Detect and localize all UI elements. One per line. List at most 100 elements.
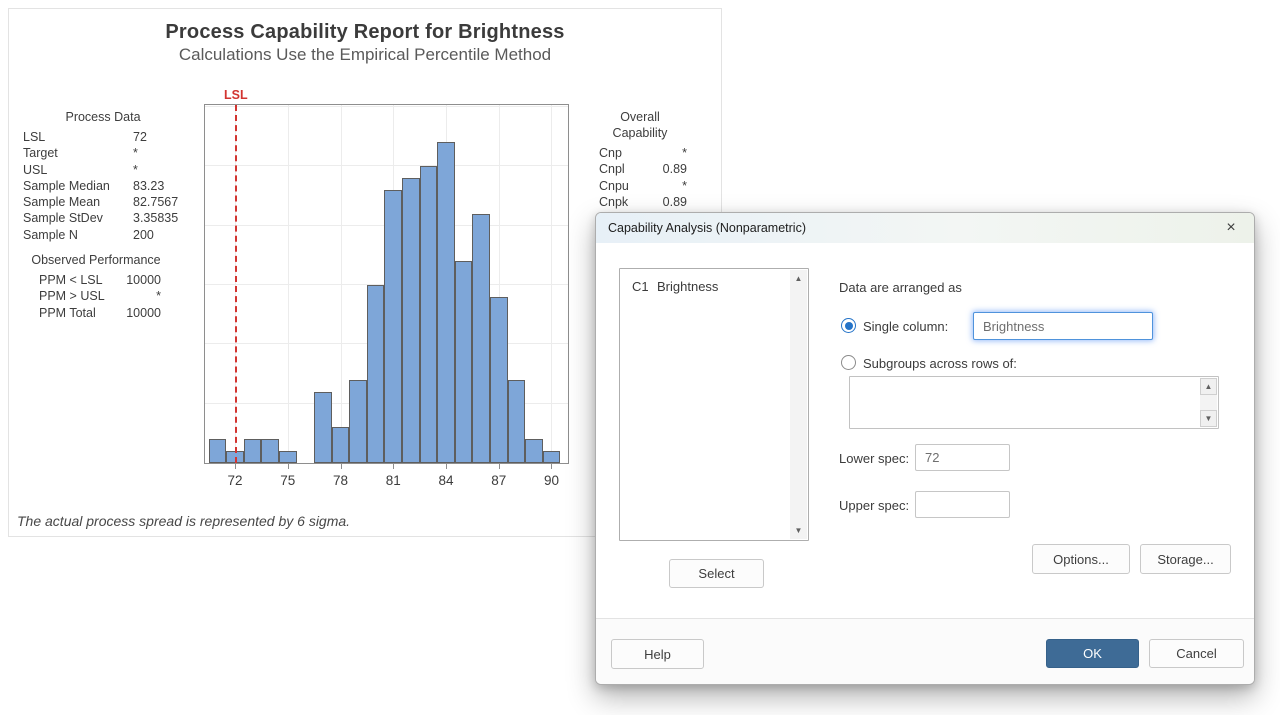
stat-value: 3.35835 (133, 210, 183, 226)
single-column-label[interactable]: Single column: (863, 319, 948, 334)
ok-button[interactable]: OK (1046, 639, 1139, 668)
capability-analysis-dialog: Capability Analysis (Nonparametric) × C1… (595, 212, 1255, 685)
histogram-bar (455, 261, 473, 463)
stat-value: 10000 (126, 272, 161, 288)
stat-row: Sample Mean82.7567 (23, 194, 183, 210)
subgroups-label[interactable]: Subgroups across rows of: (863, 356, 1017, 371)
stat-row: Cnp* (593, 145, 687, 161)
close-icon[interactable]: × (1220, 217, 1242, 239)
overall-capability-rows: Cnp*Cnpl0.89Cnpu*Cnpk0.89 (593, 145, 687, 210)
lsl-label: LSL (224, 88, 248, 102)
stat-label: PPM > USL (31, 288, 156, 304)
histogram-bar (314, 392, 332, 463)
scroll-up-icon[interactable]: ▲ (1200, 378, 1217, 395)
cancel-button[interactable]: Cancel (1149, 639, 1244, 668)
stat-value: 72 (133, 129, 183, 145)
histogram-bar (261, 439, 279, 463)
report-subtitle: Calculations Use the Empirical Percentil… (9, 45, 721, 65)
x-tick (235, 464, 236, 469)
stat-value: 10000 (126, 305, 161, 321)
observed-performance-heading: Observed Performance (31, 252, 161, 268)
lsl-reference-line (235, 105, 237, 463)
process-data-panel: Process Data LSL72Target*USL*Sample Medi… (23, 109, 183, 243)
histogram-bar (420, 166, 438, 463)
stat-label: Cnpu (599, 178, 682, 194)
histogram-bar (490, 297, 508, 463)
stat-row: Cnpk0.89 (593, 194, 687, 210)
x-tick (446, 464, 447, 469)
stat-row: USL* (23, 162, 183, 178)
histogram-bar (525, 439, 543, 463)
histogram-bar (437, 142, 455, 463)
scroll-down-icon[interactable]: ▼ (790, 522, 807, 539)
stat-value: 83.23 (133, 178, 183, 194)
y-gridline (205, 165, 568, 166)
x-tick (393, 464, 394, 469)
observed-performance-rows: PPM < LSL10000PPM > USL*PPM Total10000 (31, 272, 161, 321)
stat-row: Cnpl0.89 (593, 161, 687, 177)
x-tick-label: 87 (484, 473, 514, 488)
options-button[interactable]: Options... (1032, 544, 1130, 574)
scroll-up-icon[interactable]: ▲ (790, 270, 807, 287)
histogram-bar (279, 451, 297, 463)
upper-spec-input[interactable] (915, 491, 1010, 518)
select-button[interactable]: Select (669, 559, 764, 588)
stat-value: 0.89 (663, 161, 687, 177)
overall-capability-panel: Overall Capability Cnp*Cnpl0.89Cnpu*Cnpk… (593, 109, 687, 210)
x-gridline (551, 105, 552, 463)
dialog-titlebar[interactable]: Capability Analysis (Nonparametric) × (596, 213, 1254, 243)
columns-listbox[interactable]: C1Brightness ▲ ▼ (619, 268, 809, 541)
column-id: C1 (632, 279, 657, 294)
stat-value: 0.89 (663, 194, 687, 210)
single-column-input[interactable]: Brightness (973, 312, 1153, 340)
scroll-down-icon[interactable]: ▼ (1200, 410, 1217, 427)
stat-row: PPM Total10000 (31, 305, 161, 321)
stat-value: * (682, 145, 687, 161)
single-column-value: Brightness (983, 319, 1044, 334)
screen: Process Capability Report for Brightness… (0, 0, 1280, 715)
storage-button[interactable]: Storage... (1140, 544, 1231, 574)
dialog-title: Capability Analysis (Nonparametric) (608, 221, 1220, 235)
histogram-bar (332, 427, 350, 463)
x-tick-label: 81 (378, 473, 408, 488)
histogram-plot: 72757881848790LSL (204, 104, 569, 464)
stat-value: 200 (133, 227, 183, 243)
report-footnote: The actual process spread is represented… (17, 513, 350, 529)
histogram-bar (384, 190, 402, 463)
upper-spec-label: Upper spec: (839, 498, 909, 513)
process-data-heading: Process Data (23, 109, 183, 125)
subgroups-radio[interactable] (841, 355, 856, 370)
x-tick (341, 464, 342, 469)
subgroups-scrollbar[interactable]: ▲ ▼ (1200, 378, 1217, 427)
subgroups-textarea[interactable]: ▲ ▼ (849, 376, 1219, 429)
x-tick (288, 464, 289, 469)
stat-label: PPM < LSL (31, 272, 126, 288)
stat-row: PPM > USL* (31, 288, 161, 304)
lower-spec-input[interactable]: 72 (915, 444, 1010, 471)
stat-label: Sample N (23, 227, 133, 243)
stat-label: Sample StDev (23, 210, 133, 226)
stat-label: USL (23, 162, 133, 178)
single-column-radio[interactable] (841, 318, 856, 333)
lower-spec-value: 72 (925, 450, 939, 465)
histogram-bar (349, 380, 367, 463)
list-item-c1-brightness[interactable]: C1Brightness (632, 279, 718, 294)
stat-value: 82.7567 (133, 194, 183, 210)
stat-label: Cnpk (599, 194, 663, 210)
histogram-bar (244, 439, 262, 463)
x-tick (551, 464, 552, 469)
histogram-bar (367, 285, 385, 463)
stat-label: LSL (23, 129, 133, 145)
x-gridline (288, 105, 289, 463)
stat-label: PPM Total (31, 305, 126, 321)
stat-value: * (682, 178, 687, 194)
help-button[interactable]: Help (611, 639, 704, 669)
listbox-scrollbar[interactable]: ▲ ▼ (790, 270, 807, 539)
process-data-rows: LSL72Target*USL*Sample Median83.23Sample… (23, 129, 183, 243)
histogram-bar (472, 214, 490, 463)
stat-row: LSL72 (23, 129, 183, 145)
histogram-bar (402, 178, 420, 463)
stat-row: Target* (23, 145, 183, 161)
stat-label: Sample Mean (23, 194, 133, 210)
stat-label: Target (23, 145, 133, 161)
